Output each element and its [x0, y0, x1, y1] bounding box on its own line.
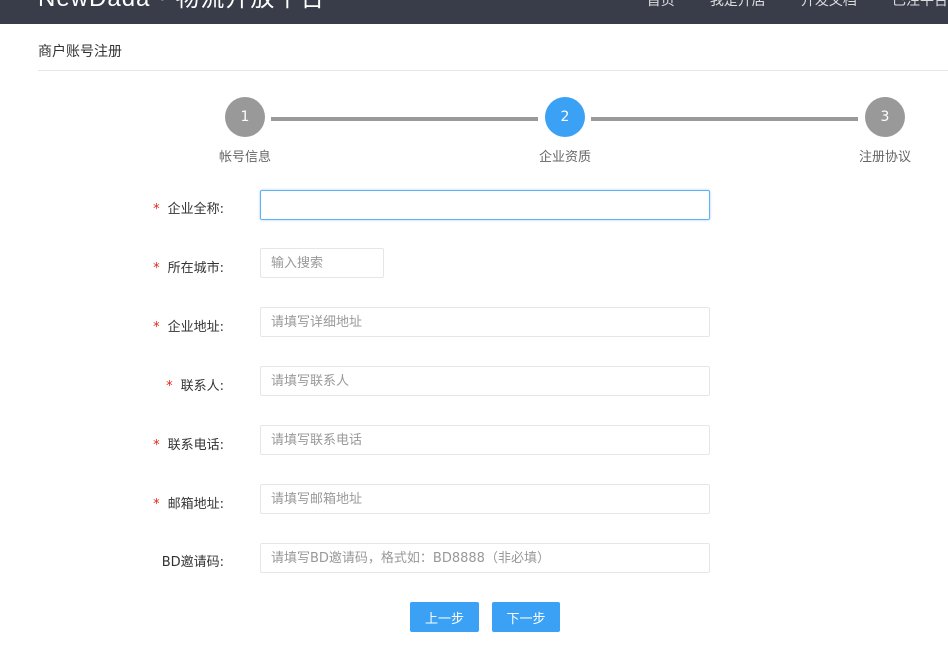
step-connector-2 — [591, 117, 858, 121]
title-divider — [38, 70, 948, 71]
contact-label-text: 联系人: — [180, 379, 224, 394]
top-navbar: NewDada · 物流开放平台 首页 我是开店 开发文档 已注平台 — [0, 0, 948, 24]
required-mark: * — [153, 261, 160, 276]
top-nav: 首页 我是开店 开发文档 已注平台 — [617, 0, 948, 10]
nav-item-open-store[interactable]: 我是开店 — [710, 0, 766, 10]
contact-input[interactable] — [260, 366, 710, 396]
step-circle-2: 2 — [545, 97, 585, 137]
company-name-input[interactable] — [260, 190, 710, 220]
phone-label: * 联系电话: — [0, 434, 224, 453]
email-label: * 邮箱地址: — [0, 493, 224, 512]
step-label-2: 企业资质 — [538, 150, 592, 165]
nav-item-docs[interactable]: 开发文档 — [801, 0, 857, 10]
address-label-text: 企业地址: — [167, 320, 224, 335]
phone-input[interactable] — [260, 425, 710, 455]
brand-name: NewDada — [38, 0, 150, 12]
step-circle-3: 3 — [865, 97, 905, 137]
required-mark: * — [166, 379, 173, 394]
next-step-button[interactable]: 下一步 — [492, 602, 560, 632]
required-mark: * — [153, 497, 160, 512]
city-label: * 所在城市: — [0, 257, 224, 276]
required-mark: * — [153, 438, 160, 453]
step-label-1: 帐号信息 — [218, 150, 272, 165]
phone-label-text: 联系电话: — [167, 438, 224, 453]
city-search-input[interactable] — [260, 248, 384, 278]
email-label-text: 邮箱地址: — [167, 497, 224, 512]
page-title: 商户账号注册 — [38, 44, 122, 60]
company-name-label-text: 企业全称: — [167, 202, 224, 217]
nav-item-platform[interactable]: 已注平台 — [892, 0, 948, 10]
bd-code-label: BD邀请码: — [161, 555, 224, 570]
city-label-text: 所在城市: — [167, 261, 224, 276]
step-circle-1: 1 — [225, 97, 265, 137]
brand-separator: · — [158, 0, 167, 12]
address-label: * 企业地址: — [0, 316, 224, 335]
required-mark: * — [153, 320, 160, 335]
prev-step-button[interactable]: 上一步 — [410, 602, 479, 632]
bd-code-input[interactable] — [260, 543, 710, 573]
address-input[interactable] — [260, 307, 710, 337]
nav-item-home[interactable]: 首页 — [647, 0, 675, 10]
company-name-label: * 企业全称: — [0, 198, 224, 217]
contact-label: * 联系人: — [0, 375, 224, 394]
step-connector-1 — [271, 117, 538, 121]
brand-subtitle: 物流开放平台 — [175, 0, 325, 12]
email-input[interactable] — [260, 484, 710, 514]
required-mark: * — [153, 202, 160, 217]
step-label-3: 注册协议 — [858, 150, 912, 165]
brand-logo[interactable]: NewDada · 物流开放平台 — [38, 0, 325, 13]
